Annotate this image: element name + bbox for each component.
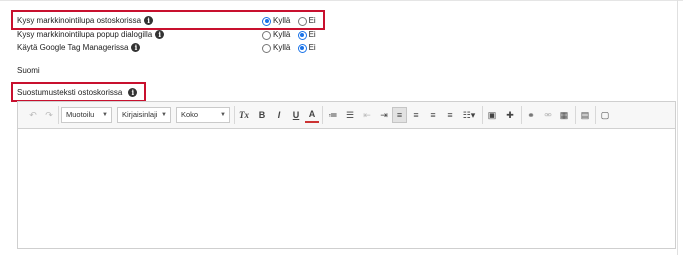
setting-row-google-tag-manager: Käytä Google Tag Managerissa i Kyllä Ei xyxy=(17,42,337,54)
right-border xyxy=(677,0,678,255)
setting-label: Käytä Google Tag Managerissa i xyxy=(17,42,141,54)
radio-yes-label[interactable]: Kyllä xyxy=(273,43,290,52)
highlight-box-setting xyxy=(11,10,325,30)
editor-toolbar: ↶ ↷ Muotoilu ▼ Kirjaisinlaji ▼ Koko ▼ Tx B … xyxy=(18,102,675,129)
rich-text-editor: ↶ ↷ Muotoilu ▼ Kirjaisinlaji ▼ Koko ▼ Tx B … xyxy=(17,101,676,249)
bold-button[interactable]: B xyxy=(255,107,269,123)
top-border xyxy=(0,0,683,1)
info-icon[interactable]: i xyxy=(155,30,165,40)
toolbar-separator xyxy=(58,106,59,124)
radio-yes-label[interactable]: Kyllä xyxy=(273,30,290,39)
toolbar-separator xyxy=(595,106,596,124)
toolbar-separator xyxy=(482,106,483,124)
format-combo-label: Muotoilu xyxy=(66,110,95,119)
chevron-down-icon: ▼ xyxy=(161,112,167,118)
radio-no-label[interactable]: Ei xyxy=(309,43,316,52)
setting-row-ask-marketing-popup: Kysy markkinointilupa popup dialogilla i … xyxy=(17,29,337,41)
bulleted-list-icon[interactable]: ☰ xyxy=(343,107,357,123)
toolbar-separator xyxy=(322,106,323,124)
size-combo[interactable]: Koko ▼ xyxy=(176,107,230,123)
language-heading: Suomi xyxy=(17,66,40,75)
radio-no[interactable] xyxy=(297,43,307,53)
size-combo-label: Koko xyxy=(181,110,199,119)
radio-group: Kyllä Ei xyxy=(262,29,321,41)
highlight-box-consent xyxy=(11,82,146,102)
outdent-icon[interactable]: ⇤ xyxy=(360,107,374,123)
undo-icon[interactable]: ↶ xyxy=(26,107,40,123)
text-color-button[interactable]: A xyxy=(305,107,319,123)
redo-icon[interactable]: ↷ xyxy=(42,107,56,123)
chevron-down-icon: ▼ xyxy=(220,112,226,118)
setting-label-text: Käytä Google Tag Managerissa xyxy=(17,43,129,52)
align-right-icon[interactable]: ≡ xyxy=(426,107,440,123)
chevron-down-icon: ▼ xyxy=(102,112,108,118)
line-height-icon[interactable]: ☷▾ xyxy=(459,107,479,123)
font-combo[interactable]: Kirjaisinlaji ▼ xyxy=(117,107,171,123)
radio-yes[interactable] xyxy=(262,30,271,40)
unlink-icon[interactable]: ⚮ xyxy=(541,107,555,123)
link-icon[interactable]: ⚭ xyxy=(524,107,538,123)
image-icon[interactable]: ▣ xyxy=(485,107,499,123)
source-icon[interactable]: ▤ xyxy=(578,107,592,123)
info-icon[interactable]: i xyxy=(131,43,141,53)
align-justify-icon[interactable]: ≡ xyxy=(443,107,457,123)
align-left-icon[interactable]: ≡ xyxy=(392,107,407,123)
setting-label-text: Kysy markkinointilupa popup dialogilla xyxy=(17,30,153,39)
underline-button[interactable]: U xyxy=(289,107,303,123)
table-icon[interactable]: ▦ xyxy=(557,107,571,123)
font-combo-label: Kirjaisinlaji xyxy=(122,110,158,119)
setting-label: Kysy markkinointilupa popup dialogilla i xyxy=(17,29,165,41)
radio-yes[interactable] xyxy=(262,43,271,53)
radio-no[interactable] xyxy=(297,30,307,40)
maximize-icon[interactable]: ▢ xyxy=(598,107,612,123)
italic-button[interactable]: I xyxy=(272,107,286,123)
radio-group: Kyllä Ei xyxy=(262,42,321,54)
format-combo[interactable]: Muotoilu ▼ xyxy=(61,107,112,123)
puzzle-icon[interactable]: ✚ xyxy=(503,107,517,123)
toolbar-separator xyxy=(521,106,522,124)
indent-icon[interactable]: ⇥ xyxy=(377,107,391,123)
toolbar-separator xyxy=(575,106,576,124)
radio-no-label[interactable]: Ei xyxy=(309,30,316,39)
remove-format-icon[interactable]: Tx xyxy=(237,107,251,123)
align-center-icon[interactable]: ≡ xyxy=(409,107,423,123)
editor-content-area[interactable] xyxy=(18,129,675,248)
numbered-list-icon[interactable]: ≔ xyxy=(326,107,340,123)
toolbar-separator xyxy=(234,106,235,124)
